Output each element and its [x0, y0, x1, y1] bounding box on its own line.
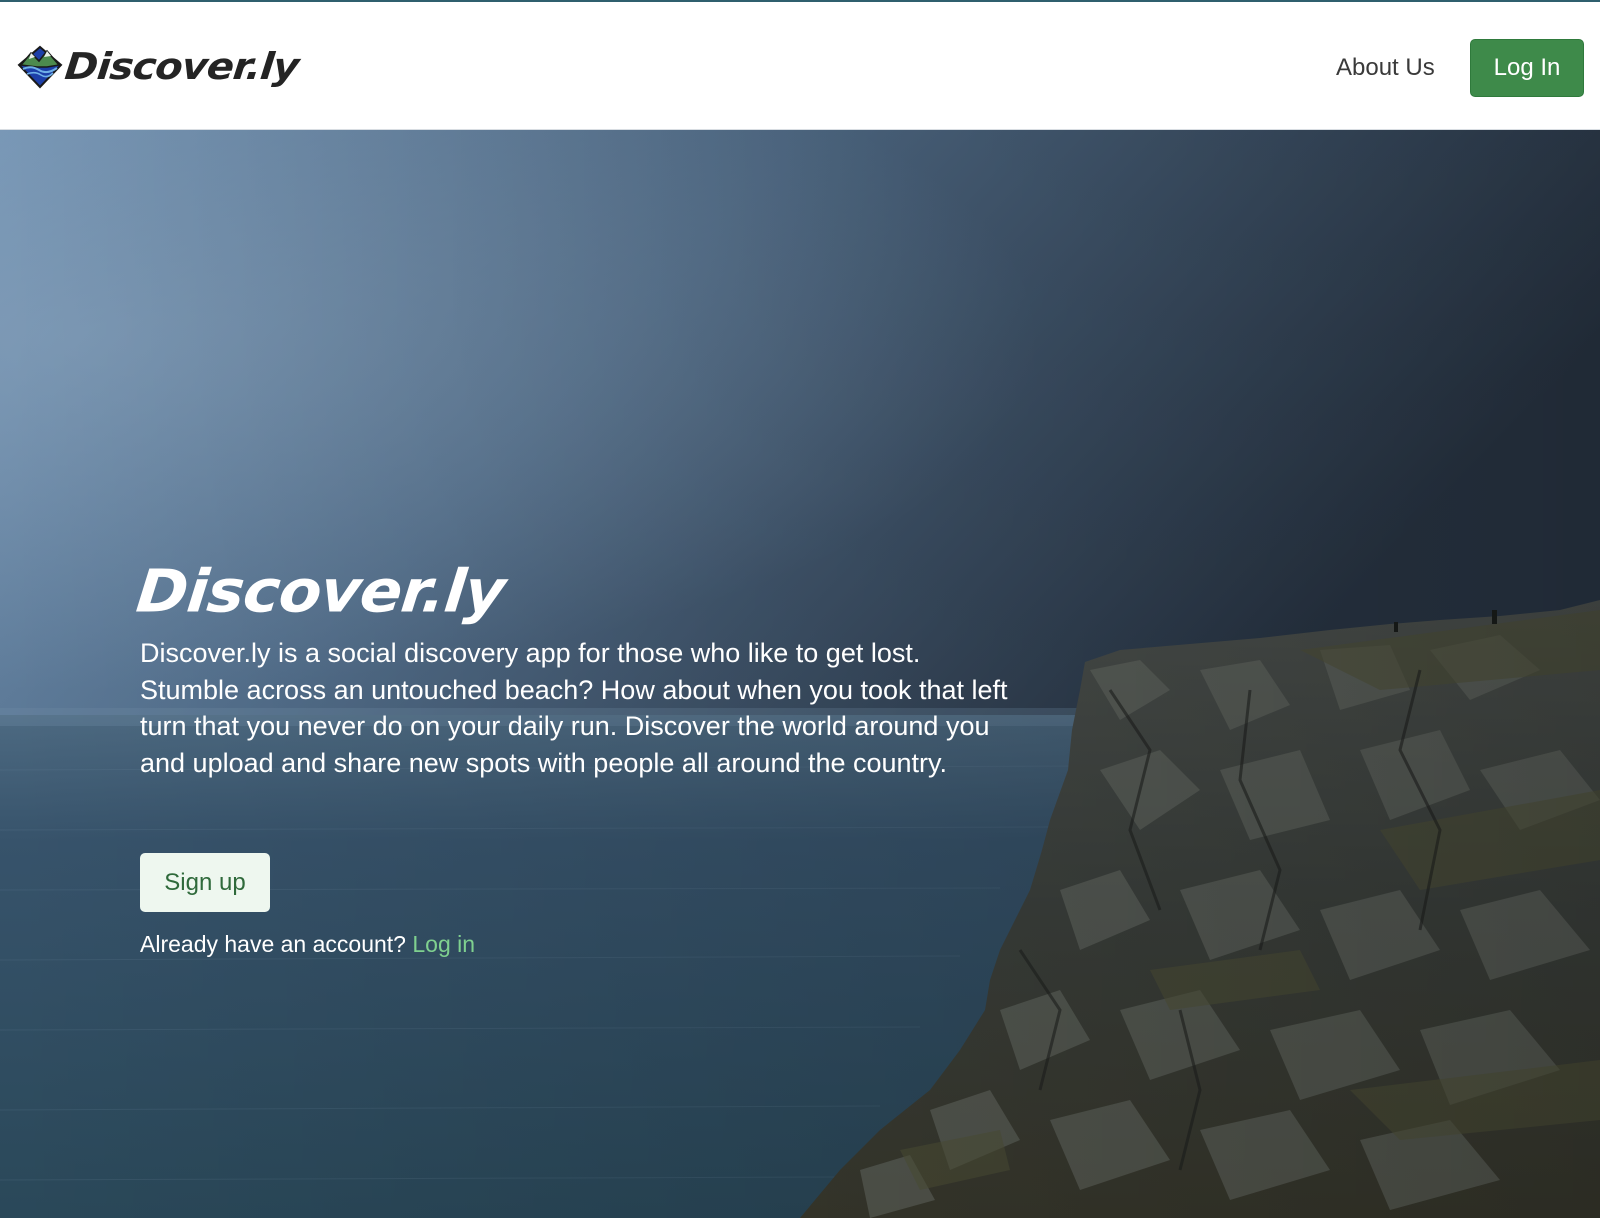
hero-section: Discover.ly Discover.ly is a social disc… [0, 130, 1600, 1218]
mountain-diamond-logo-icon [17, 45, 63, 89]
about-us-link[interactable]: About Us [1336, 52, 1435, 84]
brand-name: Discover.ly [62, 45, 301, 89]
landing-page: Discover.ly About Us Log In Discover.ly … [0, 0, 1600, 1218]
brand-home-link[interactable]: Discover.ly [17, 40, 301, 94]
account-prompt-text: Already have an account? [140, 931, 406, 957]
hero-description: Discover.ly is a social discovery app fo… [140, 638, 1008, 778]
nav-login-button[interactable]: Log In [1470, 39, 1584, 97]
hero-title: Discover.ly [133, 556, 508, 626]
top-navbar: Discover.ly About Us Log In [0, 0, 1600, 130]
already-have-account-line: Already have an account? Log in [140, 929, 475, 959]
sign-up-button[interactable]: Sign up [140, 853, 270, 912]
hero-login-link[interactable]: Log in [412, 931, 475, 957]
